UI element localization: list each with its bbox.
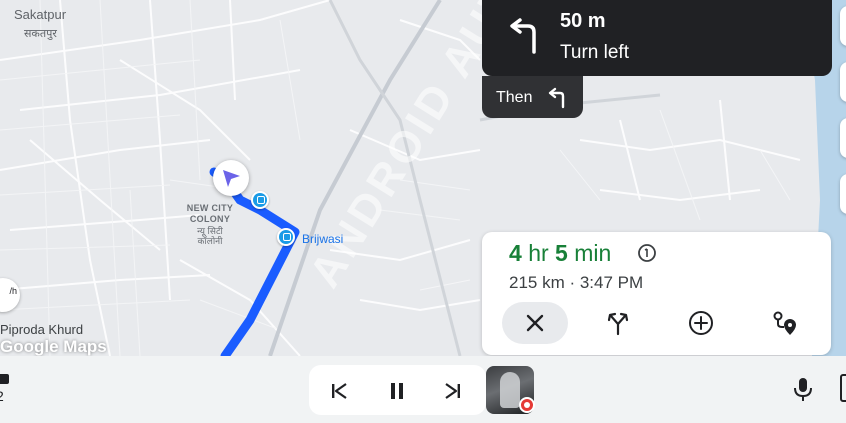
eta-hours: 4 bbox=[509, 240, 522, 266]
alternate-routes-button[interactable] bbox=[585, 302, 651, 344]
place-label-new-city-colony: NEW CITY COLONY bbox=[186, 203, 234, 224]
trip-distance-arrival: 215 km · 3:47 PM bbox=[509, 273, 644, 292]
turn-left-arrow-icon bbox=[510, 18, 536, 54]
voice-assistant-button[interactable] bbox=[790, 374, 816, 404]
place-label-sakatpur: Sakatpur bbox=[14, 7, 67, 22]
eta-minutes: 5 bbox=[555, 240, 568, 266]
place-label-piproda-khurd: Piproda Khurd bbox=[0, 322, 84, 337]
place-label-new-city-colony-hindi: न्यू सिटी कॉलोनी bbox=[197, 226, 223, 246]
turn-left-arrow-icon bbox=[548, 87, 565, 109]
trip-summary-card[interactable]: 4 hr 5 min 215 km · 3:47 PM bbox=[482, 232, 831, 355]
google-maps-logo: Google Maps bbox=[0, 337, 107, 356]
fork-arrows-icon bbox=[607, 312, 629, 336]
play-pause-button[interactable] bbox=[383, 377, 411, 405]
map-side-button[interactable] bbox=[840, 118, 846, 158]
youtube-music-badge-icon bbox=[519, 397, 535, 413]
left-widget-text: 2 bbox=[0, 388, 10, 404]
poi-lock-icon[interactable] bbox=[251, 191, 269, 209]
map-side-button[interactable] bbox=[840, 6, 846, 46]
navigation-puck bbox=[213, 160, 249, 196]
route-pin-icon bbox=[773, 311, 796, 335]
left-status-widget[interactable]: 2 bbox=[0, 371, 10, 404]
eta-hours-unit: hr bbox=[528, 240, 549, 266]
poi-label-brijwasi[interactable]: Brijwasi bbox=[302, 232, 343, 246]
add-stop-button[interactable] bbox=[668, 302, 734, 344]
close-route-button[interactable] bbox=[502, 302, 568, 344]
turn-distance: 50 m bbox=[560, 10, 606, 32]
speed-unit: /h bbox=[9, 286, 17, 296]
pause-icon bbox=[391, 383, 403, 399]
then-label: Then bbox=[496, 89, 533, 106]
then-turn-card: Then bbox=[482, 76, 583, 118]
poi-lock-icon[interactable] bbox=[277, 228, 295, 246]
album-art-figure bbox=[500, 372, 520, 408]
close-icon bbox=[526, 314, 544, 332]
app-launcher-icon[interactable] bbox=[840, 374, 846, 402]
car-bottom-bar: 2 bbox=[0, 356, 846, 423]
eta-duration: 4 hr 5 min bbox=[509, 240, 611, 267]
map-side-button[interactable] bbox=[840, 174, 846, 214]
microphone-icon bbox=[794, 378, 812, 401]
previous-track-button[interactable] bbox=[325, 377, 353, 405]
media-controls bbox=[309, 365, 486, 415]
plus-circle-icon bbox=[689, 311, 713, 335]
calendar-icon bbox=[0, 374, 9, 384]
place-label-sakatpur-hindi: सकतपुर bbox=[24, 28, 57, 40]
traffic-info-icon[interactable] bbox=[636, 242, 658, 264]
next-turn-card[interactable]: 50 m Turn left bbox=[482, 0, 832, 76]
map-side-button[interactable] bbox=[840, 62, 846, 102]
next-icon bbox=[445, 383, 460, 399]
route-options-button[interactable] bbox=[751, 302, 817, 344]
next-track-button[interactable] bbox=[439, 377, 467, 405]
turn-instruction: Turn left bbox=[560, 42, 629, 63]
eta-minutes-unit: min bbox=[574, 240, 612, 266]
navigation-arrow-icon bbox=[223, 170, 240, 187]
previous-icon bbox=[332, 383, 347, 399]
